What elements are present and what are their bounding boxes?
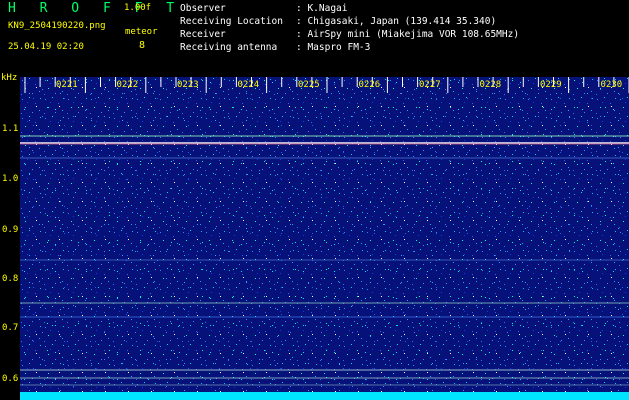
app-title: H R O F F T [8,1,183,16]
info-row-observer: Observer : K.Nagai [180,2,519,15]
info-row-antenna: Receiving antenna : Maspro FM-3 [180,41,519,54]
frequency-unit-label: kHz [1,73,18,83]
info-row-location: Receiving Location : Chigasaki, Japan (1… [180,15,519,28]
time-label: 0229 [540,80,562,90]
info-key: Receiving antenna [180,42,278,53]
info-value: : Chigasaki, Japan (139.414 35.340) [296,16,497,27]
info-key: Receiver [180,29,226,40]
time-label: 0230 [600,80,623,90]
y-axis-label: 0.6 [2,374,19,384]
time-label: 0221 [56,80,78,90]
y-axis-label: 0.9 [2,225,19,235]
info-key: Observer [180,3,226,14]
info-row-receiver: Receiver : AirSpy mini (Miakejima VOR 10… [180,28,519,41]
y-axis-label: 1.1 [2,124,19,134]
station-info: Observer : K.Nagai Receiving Location : … [180,2,519,54]
time-label: 0227 [419,80,441,90]
time-label: 0225 [298,80,320,90]
time-label: 0223 [177,80,199,90]
time-label: 0226 [358,80,381,90]
info-value: : AirSpy mini (Miakejima VOR 108.65MHz) [296,29,520,40]
info-value: : K.Nagai [296,3,348,14]
y-axis-label: 0.8 [2,274,19,284]
time-label: 0228 [479,80,502,90]
file-name: KN9_2504190220.png [8,21,106,31]
info-key: Receiving Location [180,16,283,27]
time-label: 0222 [116,80,139,90]
meteor-label: meteor [125,27,158,37]
meteor-count: 8 [139,40,146,51]
time-label: 0224 [237,80,260,90]
timestamp: 25.04.19 02:20 [8,42,84,52]
spectrogram [20,77,629,400]
y-axis-label: 0.7 [2,323,19,333]
version-label: 1.00f [124,3,152,13]
info-value: : Maspro FM-3 [296,42,371,53]
y-axis-label: 1.0 [2,174,19,184]
